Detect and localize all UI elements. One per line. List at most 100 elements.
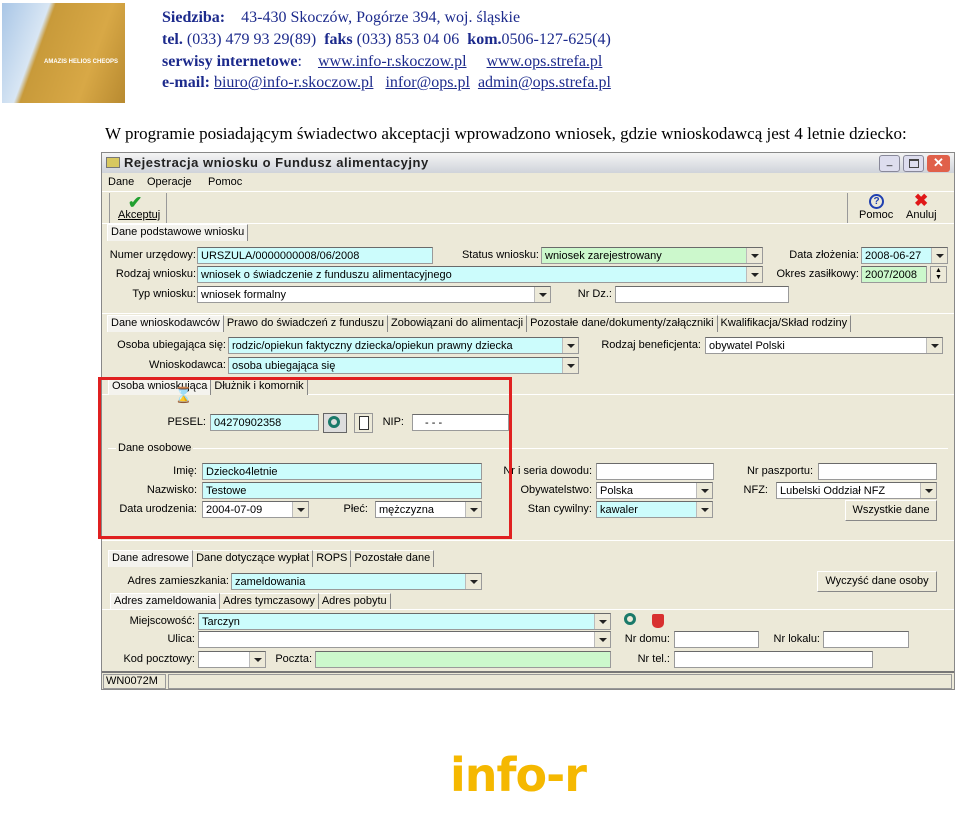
tab-dane-podstawowe[interactable]: Dane podstawowe wniosku bbox=[107, 224, 249, 241]
chevron-down-icon[interactable] bbox=[465, 574, 481, 589]
okres-spinner[interactable]: ▲ ▼ bbox=[930, 266, 947, 283]
chevron-down-icon[interactable] bbox=[696, 502, 712, 517]
osoba-value: rodzic/opiekun faktyczny dziecka/opiekun… bbox=[232, 340, 513, 352]
okres-field[interactable]: 2007/2008 bbox=[861, 266, 927, 283]
typ-value: wniosek formalny bbox=[201, 289, 286, 301]
address-tabs: Dane adresowe Dane dotyczące wypłat ROPS… bbox=[108, 550, 435, 567]
tab-dane-adresowe[interactable]: Dane adresowe bbox=[108, 550, 194, 567]
tab-adres-zameldowania[interactable]: Adres zameldowania bbox=[110, 593, 221, 610]
miejscowosc-value: Tarczyn bbox=[202, 616, 240, 628]
data-zlozenia-label: Data złożenia: bbox=[789, 249, 859, 261]
status-bar: WN0072M bbox=[103, 674, 166, 689]
wnioskodawca-select[interactable]: osoba ubiegająca się bbox=[228, 357, 579, 374]
window-title: Rejestracja wniosku o Fundusz alimentacy… bbox=[124, 155, 429, 170]
search-locality-button[interactable] bbox=[621, 612, 641, 631]
web-label: serwisy internetowe bbox=[162, 53, 298, 70]
highlight-box bbox=[98, 377, 512, 539]
nrdz-field[interactable] bbox=[615, 286, 789, 303]
tab-kwalifikacja[interactable]: Kwalifikacja/Skład rodziny bbox=[717, 315, 852, 332]
clear-person-button[interactable]: Wyczyść dane osoby bbox=[817, 571, 937, 592]
dowod-field[interactable] bbox=[596, 463, 714, 480]
email-label: e-mail: bbox=[162, 74, 210, 91]
nr-tel-field[interactable] bbox=[674, 651, 873, 668]
nr-lokalu-label: Nr lokalu: bbox=[773, 633, 820, 645]
beneficjent-value: obywatel Polski bbox=[709, 340, 785, 352]
chevron-down-icon[interactable] bbox=[594, 632, 610, 647]
ulica-select[interactable] bbox=[198, 631, 611, 648]
adres-zamieszkania-value: zameldowania bbox=[235, 576, 306, 588]
numer-field[interactable]: URSZULA/0000000008/06/2008 bbox=[197, 247, 433, 264]
chevron-down-icon[interactable] bbox=[562, 338, 578, 353]
chevron-down-icon[interactable] bbox=[920, 483, 936, 498]
data-zlozenia-field[interactable]: 2008-06-27 bbox=[861, 247, 948, 264]
tab-prawo[interactable]: Prawo do świadczeń z funduszu bbox=[223, 315, 388, 332]
wnioskodawca-value: osoba ubiegająca się bbox=[232, 360, 336, 372]
stan-cywilny-value: kawaler bbox=[600, 504, 638, 516]
kod-select[interactable] bbox=[198, 651, 266, 668]
chevron-down-icon[interactable] bbox=[249, 652, 265, 667]
accept-button[interactable]: ✔ Akceptuj bbox=[109, 193, 165, 223]
nr-lokalu-field[interactable] bbox=[823, 631, 909, 648]
tab-zobowiazani[interactable]: Zobowiązani do alimentacji bbox=[388, 315, 528, 332]
app-icon bbox=[106, 157, 120, 168]
beneficjent-select[interactable]: obywatel Polski bbox=[705, 337, 943, 354]
stan-cywilny-select[interactable]: kawaler bbox=[596, 501, 713, 518]
web-link-2[interactable]: www.ops.strefa.pl bbox=[487, 53, 603, 70]
rodzaj-label: Rodzaj wniosku: bbox=[115, 268, 196, 280]
osoba-select[interactable]: rodzic/opiekun faktyczny dziecka/opiekun… bbox=[228, 337, 579, 354]
chevron-down-icon[interactable] bbox=[926, 338, 942, 353]
email-link-2[interactable]: infor@ops.pl bbox=[385, 74, 470, 91]
tel: (033) 479 93 29(89) bbox=[186, 31, 317, 48]
app-window: Rejestracja wniosku o Fundusz alimentacy… bbox=[98, 152, 955, 690]
menu-dane[interactable]: Dane bbox=[108, 174, 134, 190]
chevron-down-icon[interactable] bbox=[534, 287, 550, 302]
nrdz-label: Nr Dz.: bbox=[577, 288, 612, 300]
tab-rops[interactable]: ROPS bbox=[313, 550, 352, 567]
tab-pozostale-dokumenty[interactable]: Pozostałe dane/dokumenty/załączniki bbox=[527, 315, 718, 332]
adres-zamieszkania-select[interactable]: zameldowania bbox=[231, 573, 482, 590]
status-select[interactable]: wniosek zarejestrowany bbox=[541, 247, 763, 264]
status-label: Status wniosku: bbox=[461, 249, 539, 261]
web-colon: : bbox=[297, 53, 302, 70]
nfz-select[interactable]: Lubelski Oddział NFZ bbox=[776, 482, 937, 499]
chevron-down-icon[interactable] bbox=[696, 483, 712, 498]
kom-label: kom. bbox=[467, 31, 502, 48]
logo-text: AMAZIS HELIOS CHEOPS bbox=[44, 59, 119, 65]
menu-pomoc[interactable]: Pomoc bbox=[208, 174, 242, 190]
obywatelstwo-value: Polska bbox=[600, 485, 634, 497]
cancel-button[interactable]: ✖ Anuluj bbox=[904, 191, 944, 223]
menu-operacje[interactable]: Operacje bbox=[147, 174, 192, 190]
tel-label: tel. bbox=[162, 31, 183, 48]
poczta-field[interactable] bbox=[315, 651, 611, 668]
tab-dane-wnioskodawcow[interactable]: Dane wnioskodawców bbox=[107, 315, 224, 332]
typ-select[interactable]: wniosek formalny bbox=[197, 286, 551, 303]
nr-domu-field[interactable] bbox=[674, 631, 759, 648]
chevron-down-icon[interactable] bbox=[594, 614, 610, 629]
minimize-button[interactable]: _ bbox=[879, 155, 900, 172]
phone-line: tel. (033) 479 93 29(89) faks (033) 853 … bbox=[162, 31, 611, 49]
all-data-button[interactable]: Wszystkie dane bbox=[845, 500, 937, 521]
rodzaj-select[interactable]: wniosek o świadczenie z funduszu aliment… bbox=[197, 266, 763, 283]
chevron-down-icon[interactable] bbox=[746, 248, 762, 263]
tab-dane-wyplat[interactable]: Dane dotyczące wypłat bbox=[193, 550, 314, 567]
tab-adres-pobytu[interactable]: Adres pobytu bbox=[318, 593, 391, 610]
help-label: Pomoc bbox=[859, 209, 894, 221]
close-button[interactable]: ✕ bbox=[927, 155, 950, 172]
miejscowosc-select[interactable]: Tarczyn bbox=[198, 613, 611, 630]
okres-label: Okres zasiłkowy: bbox=[776, 268, 859, 280]
email-link-1[interactable]: biuro@info-r.skoczow.pl bbox=[214, 74, 373, 91]
chevron-down-icon[interactable] bbox=[931, 248, 947, 263]
chevron-down-icon[interactable] bbox=[746, 267, 762, 282]
maximize-button[interactable] bbox=[903, 155, 924, 172]
email-link-3[interactable]: admin@ops.strefa.pl bbox=[478, 74, 611, 91]
tab-adres-tymczasowy[interactable]: Adres tymczasowy bbox=[220, 593, 319, 610]
web-link-1[interactable]: www.info-r.skoczow.pl bbox=[318, 53, 467, 70]
tab-pozostale-dane[interactable]: Pozostałe dane bbox=[351, 550, 435, 567]
rodzaj-value: wniosek o świadczenie z funduszu aliment… bbox=[201, 269, 452, 281]
fax-label: faks bbox=[324, 31, 353, 48]
help-button[interactable]: ? Pomoc bbox=[857, 193, 897, 223]
obywatelstwo-select[interactable]: Polska bbox=[596, 482, 713, 499]
chevron-down-icon[interactable] bbox=[562, 358, 578, 373]
paszport-field[interactable] bbox=[818, 463, 937, 480]
clear-locality-button[interactable] bbox=[648, 612, 668, 631]
